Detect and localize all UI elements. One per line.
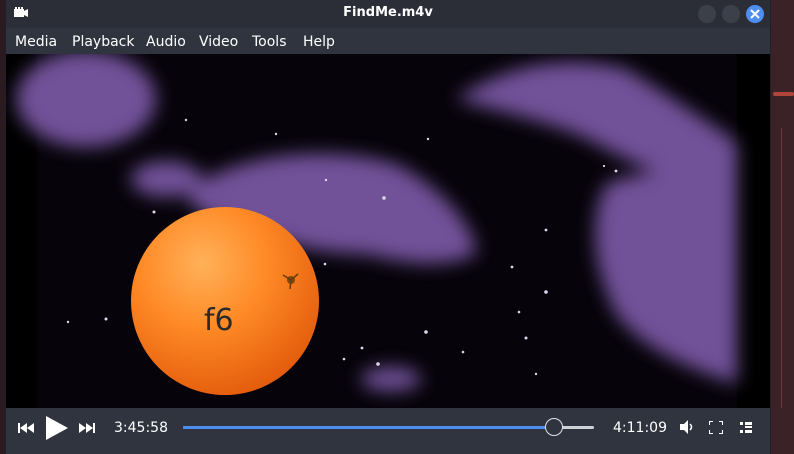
background-window-edge bbox=[769, 0, 794, 454]
seek-handle[interactable] bbox=[545, 418, 564, 436]
previous-icon[interactable] bbox=[18, 423, 34, 433]
playlist-icon[interactable] bbox=[740, 422, 752, 433]
menu-tools[interactable]: Tools bbox=[252, 34, 287, 50]
fullscreen-icon[interactable] bbox=[709, 421, 723, 434]
menu-bar: Media Playback Audio Video Tools Help bbox=[6, 28, 770, 54]
menu-video[interactable]: Video bbox=[199, 34, 238, 50]
video-overlay-text: f6 bbox=[204, 303, 234, 338]
menu-media[interactable]: Media bbox=[15, 34, 57, 50]
maximize-icon[interactable] bbox=[722, 5, 740, 23]
menu-audio[interactable]: Audio bbox=[146, 34, 186, 50]
minimize-icon[interactable] bbox=[698, 5, 716, 23]
close-icon[interactable] bbox=[746, 5, 764, 23]
seek-progress bbox=[183, 426, 555, 429]
total-time: 4:11:09 bbox=[613, 420, 667, 436]
menu-help[interactable]: Help bbox=[303, 34, 335, 50]
title-bar[interactable]: FindMe.m4v bbox=[6, 0, 770, 28]
background-divider bbox=[781, 128, 794, 408]
media-player-window: FindMe.m4v Media Playback Audio Video To… bbox=[6, 0, 770, 454]
background-accent-mark bbox=[773, 92, 794, 96]
seek-bar[interactable] bbox=[183, 418, 594, 436]
video-frame: f6 bbox=[16, 54, 737, 408]
volume-icon[interactable] bbox=[680, 420, 694, 434]
elapsed-time: 3:45:58 bbox=[114, 420, 168, 436]
play-icon[interactable] bbox=[46, 416, 68, 440]
menu-playback[interactable]: Playback bbox=[72, 34, 134, 50]
window-title: FindMe.m4v bbox=[343, 5, 433, 20]
playback-controls: 3:45:58 4:11:09 bbox=[6, 408, 770, 454]
video-display[interactable]: f6 bbox=[6, 54, 770, 408]
next-icon[interactable] bbox=[79, 423, 95, 433]
orange-fruit: f6 bbox=[131, 207, 319, 395]
